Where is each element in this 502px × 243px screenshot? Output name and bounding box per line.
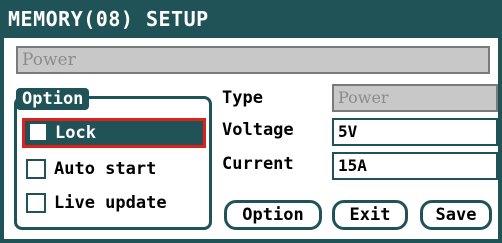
lock-label: Lock bbox=[55, 123, 96, 143]
window-title: MEMORY(08) SETUP bbox=[0, 0, 502, 38]
live-update-checkbox[interactable] bbox=[26, 193, 46, 213]
type-field: Power bbox=[332, 84, 498, 112]
voltage-input[interactable]: 5V bbox=[332, 118, 498, 146]
type-label: Type bbox=[222, 88, 263, 108]
live-update-label: Live update bbox=[54, 193, 167, 213]
memory-setup-window: MEMORY(08) SETUP Power Option Lock Auto … bbox=[0, 0, 502, 243]
current-input[interactable]: 15A bbox=[332, 152, 498, 180]
save-button[interactable]: Save bbox=[420, 200, 492, 230]
voltage-label: Voltage bbox=[222, 120, 294, 140]
option-button[interactable]: Option bbox=[224, 200, 322, 230]
lock-checkbox[interactable] bbox=[28, 122, 48, 142]
live-update-checkbox-row[interactable]: Live update bbox=[22, 189, 206, 219]
lock-checkbox-row[interactable]: Lock bbox=[22, 118, 206, 148]
option-group-legend: Option bbox=[16, 88, 90, 110]
auto-start-checkbox-row[interactable]: Auto start bbox=[22, 155, 206, 185]
auto-start-label: Auto start bbox=[54, 159, 157, 179]
current-label: Current bbox=[222, 154, 294, 174]
auto-start-checkbox[interactable] bbox=[26, 159, 46, 179]
exit-button[interactable]: Exit bbox=[332, 200, 408, 230]
memory-name-field[interactable]: Power bbox=[16, 46, 490, 74]
